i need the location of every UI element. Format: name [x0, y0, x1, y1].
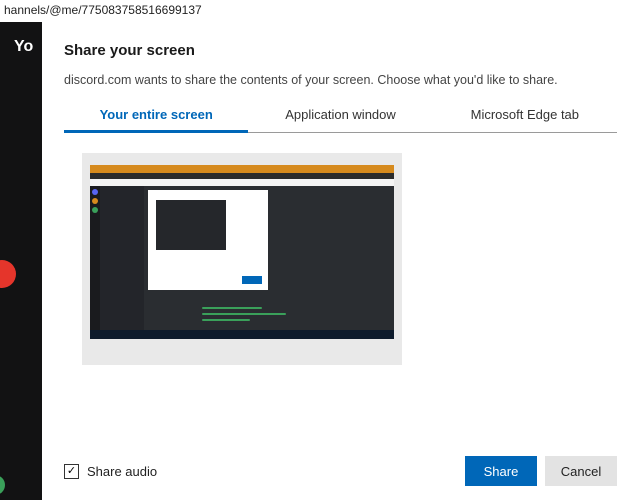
- share-audio-checkbox[interactable]: ✓ Share audio: [64, 464, 157, 479]
- dialog-description: discord.com wants to share the contents …: [64, 73, 617, 87]
- dialog-title: Share your screen: [64, 42, 617, 59]
- preview-area: [64, 153, 617, 444]
- share-button[interactable]: Share: [465, 456, 537, 486]
- screen-thumbnail[interactable]: [82, 153, 402, 365]
- cancel-button[interactable]: Cancel: [545, 456, 617, 486]
- tab-application-window[interactable]: Application window: [248, 101, 432, 132]
- source-tabs: Your entire screen Application window Mi…: [64, 101, 617, 133]
- share-audio-label: Share audio: [87, 464, 157, 479]
- screen-share-dialog: Share your screen discord.com wants to s…: [42, 22, 639, 500]
- checkbox-icon: ✓: [64, 464, 79, 479]
- dialog-footer: ✓ Share audio Share Cancel: [64, 444, 617, 486]
- discord-header-partial: Yo: [14, 38, 33, 56]
- tab-edge-tab[interactable]: Microsoft Edge tab: [433, 101, 617, 132]
- tab-entire-screen[interactable]: Your entire screen: [64, 101, 248, 133]
- address-bar-fragment: hannels/@me/775083758516699137: [0, 0, 250, 22]
- thumbnail-content: [90, 165, 394, 339]
